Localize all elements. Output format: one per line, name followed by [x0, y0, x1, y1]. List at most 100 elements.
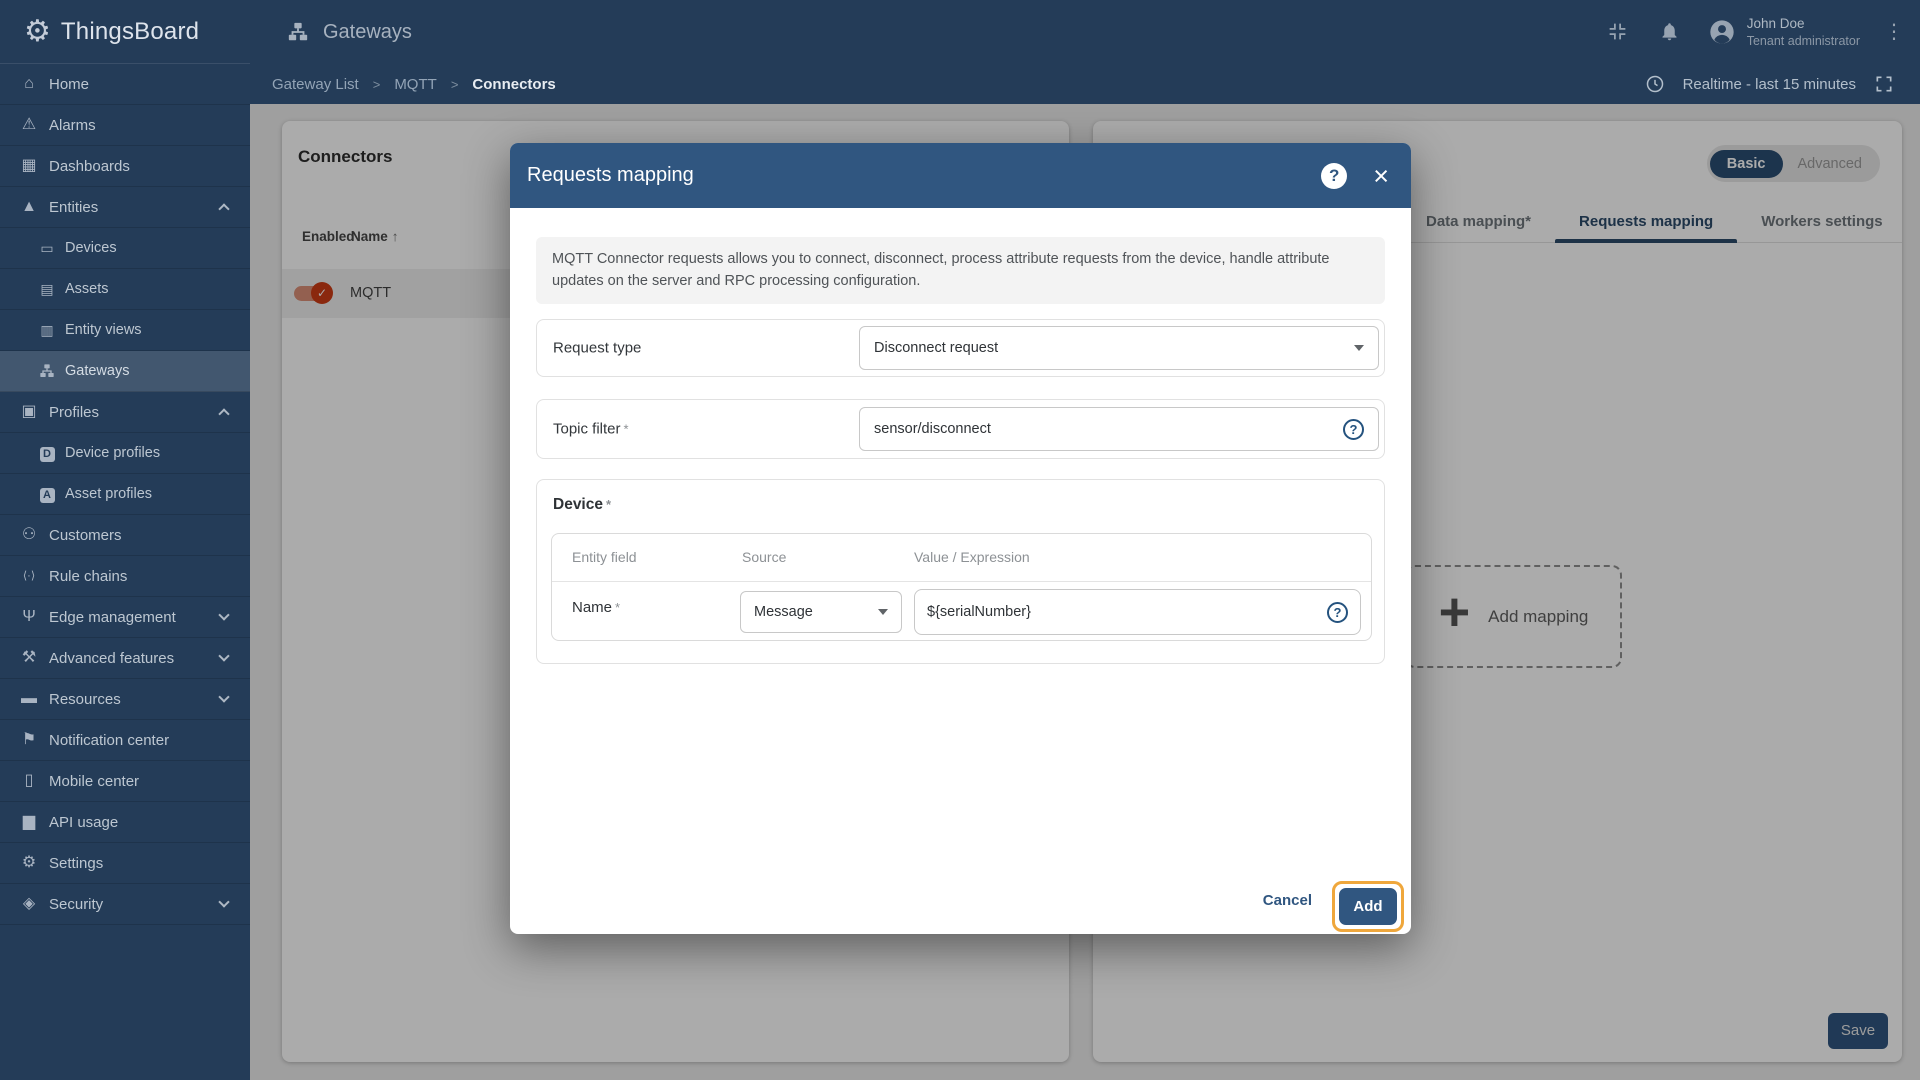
topic-filter-input[interactable] [874, 421, 1343, 437]
breadcrumb-gateway-list[interactable]: Gateway List [272, 76, 359, 93]
sidebar-item-api-usage[interactable]: ▆ API usage [0, 802, 250, 843]
kebab-menu-icon[interactable]: ⋮ [1884, 19, 1904, 44]
required-mark: * [623, 421, 629, 437]
sidebar-item-home[interactable]: ⌂ Home [0, 64, 250, 105]
topic-filter-label: Topic filter * [553, 420, 629, 438]
sidebar-item-security[interactable]: ◈ Security [0, 884, 250, 925]
close-icon[interactable]: × [1373, 162, 1389, 189]
sidebar-item-label: Gateways [65, 363, 130, 379]
required-mark: * [615, 600, 621, 615]
chevron-down-icon [218, 691, 230, 703]
fullscreen-icon[interactable] [1870, 70, 1898, 98]
sidebar-item-label: Resources [49, 690, 121, 708]
alarms-icon: ⚠ [21, 116, 37, 133]
sidebar-item-label: Home [49, 75, 90, 93]
topic-filter-help-icon[interactable]: ? [1343, 418, 1364, 440]
sidebar-item-label: Settings [49, 854, 104, 872]
breadcrumb-separator: > [372, 76, 381, 92]
sidebar-item-advanced-features[interactable]: ⚒ Advanced features [0, 638, 250, 679]
sidebar-item-devices[interactable]: ▭ Devices [0, 228, 250, 269]
required-mark: * [605, 497, 612, 512]
sidebar-item-label: Device profiles [65, 445, 161, 461]
sidebar-item-label: Customers [49, 526, 122, 544]
request-type-value: Disconnect request [874, 340, 999, 356]
source-select[interactable]: Message [740, 591, 902, 633]
cancel-button[interactable]: Cancel [1263, 883, 1312, 919]
sidebar-item-alarms[interactable]: ⚠ Alarms [0, 105, 250, 146]
page-title-label: Gateways [323, 20, 412, 43]
timewindow[interactable]: Realtime - last 15 minutes [1641, 70, 1898, 98]
device-section-label: Device * [553, 496, 612, 513]
sidebar-item-dashboards[interactable]: ▦ Dashboards [0, 146, 250, 187]
breadcrumb-mqtt[interactable]: MQTT [394, 76, 437, 93]
sidebar-item-label: Edge management [49, 608, 176, 626]
sidebar-item-resources[interactable]: ▬ Resources [0, 679, 250, 720]
api-usage-icon: ▆ [22, 813, 36, 830]
avatar [1708, 18, 1736, 46]
edge-management-icon: Ψ [22, 608, 36, 625]
breadcrumb-separator: > [450, 76, 459, 92]
gateways-icon [284, 18, 312, 46]
notifications-bell-icon[interactable] [1656, 18, 1684, 46]
profiles-icon: ▣ [21, 403, 37, 420]
sidebar-item-gateways[interactable]: Gateways [0, 351, 250, 392]
attention-highlight: Add [1332, 881, 1404, 932]
home-icon: ⌂ [24, 75, 34, 92]
resources-icon: ▬ [21, 690, 37, 707]
collapse-icon[interactable] [1604, 18, 1632, 46]
security-icon: ◈ [22, 895, 36, 912]
request-type-select[interactable]: Disconnect request [859, 326, 1379, 370]
sidebar-item-label: Entity views [65, 322, 142, 338]
sidebar-item-label: Alarms [49, 116, 96, 134]
device-profiles-icon: D [38, 445, 56, 462]
expression-field: ? [914, 589, 1361, 635]
device-mapping-table: Entity field Source Value / Expression N… [551, 533, 1372, 641]
expression-input[interactable] [927, 604, 1327, 620]
sidebar-item-device-profiles[interactable]: D Device profiles [0, 433, 250, 474]
sidebar-item-customers[interactable]: ⚇ Customers [0, 515, 250, 556]
sidebar-item-label: Dashboards [49, 157, 130, 175]
page-title: Gateways [250, 18, 412, 46]
dialog-title: Requests mapping [527, 164, 694, 186]
sidebar-item-edge-management[interactable]: Ψ Edge management [0, 597, 250, 638]
sidebar-item-label: Advanced features [49, 649, 175, 667]
column-source: Source [742, 549, 787, 565]
sidebar-item-label: Assets [65, 281, 109, 297]
sidebar-item-notification-center[interactable]: ⚑ Notification center [0, 720, 250, 761]
sidebar-item-label: Devices [65, 240, 117, 256]
entities-icon: ▲ [21, 198, 37, 215]
thingsboard-logo-icon: ⚙ [24, 14, 51, 48]
sidebar-item-assets[interactable]: ▤ Assets [0, 269, 250, 310]
user-name: John Doe [1746, 16, 1805, 32]
device-section: Device * Entity field Source Value / Expr… [536, 479, 1385, 664]
user-menu[interactable]: John Doe Tenant administrator [1708, 15, 1860, 49]
sidebar-item-asset-profiles[interactable]: A Asset profiles [0, 474, 250, 515]
dialog-header: Requests mapping ? × [510, 143, 1411, 208]
sidebar-item-label: Rule chains [49, 567, 128, 585]
topbar-actions: John Doe Tenant administrator ⋮ [1604, 15, 1920, 49]
topic-filter-section: Topic filter* ? [536, 399, 1385, 459]
chevron-up-icon [218, 408, 230, 420]
timewindow-label: Realtime - last 15 minutes [1682, 75, 1856, 93]
add-button[interactable]: Add [1339, 888, 1397, 925]
sidebar-item-mobile-center[interactable]: ▯ Mobile center [0, 761, 250, 802]
breadcrumb-bar: Gateway List > MQTT > Connectors Realtim… [250, 64, 1920, 104]
customers-icon: ⚇ [21, 526, 37, 543]
sidebar-item-label: Asset profiles [65, 486, 153, 502]
help-icon[interactable]: ? [1321, 162, 1348, 189]
brand-name: ThingsBoard [60, 17, 200, 45]
sidebar-item-profiles[interactable]: ▣ Profiles [0, 392, 250, 433]
sidebar-item-settings[interactable]: ⚙ Settings [0, 843, 250, 884]
brand[interactable]: ⚙ ThingsBoard [0, 0, 250, 64]
row-field-label: Name * [572, 599, 621, 616]
chevron-down-icon [1354, 345, 1364, 351]
sidebar-item-entity-views[interactable]: ▥ Entity views [0, 310, 250, 351]
expression-help-icon[interactable]: ? [1327, 601, 1348, 623]
dialog-description: MQTT Connector requests allows you to co… [536, 237, 1385, 304]
chevron-down-icon [218, 650, 230, 662]
sidebar-item-entities[interactable]: ▲ Entities [0, 187, 250, 228]
asset-profiles-icon: A [38, 486, 56, 503]
chevron-up-icon [218, 203, 230, 215]
sidebar-item-rule-chains[interactable]: ⟨·⟩ Rule chains [0, 556, 250, 597]
column-value-expression: Value / Expression [914, 549, 1030, 565]
